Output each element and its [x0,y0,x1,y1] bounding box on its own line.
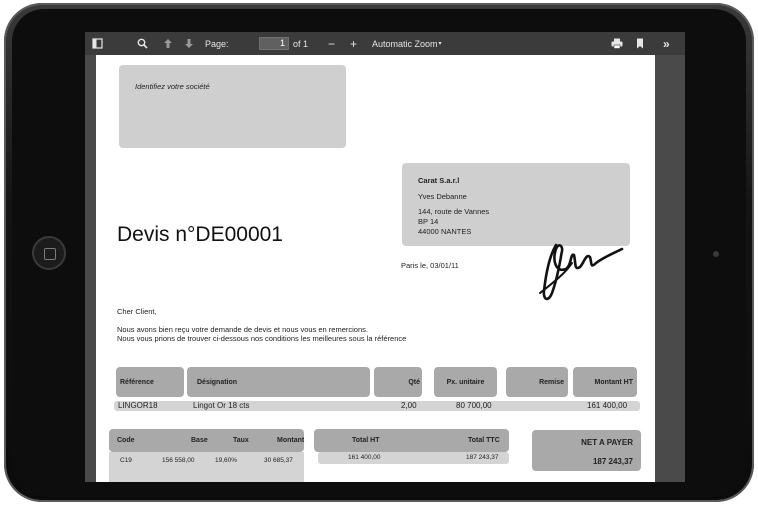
tax-header-base: Base [191,437,208,444]
tax-cell-rate: 19,60% [215,457,238,464]
home-square-icon [44,248,56,260]
net-to-pay-label: NET A PAYER [581,438,633,447]
chevron-down-icon: ▾ [438,41,442,47]
tax-header-amount: Montant [277,437,305,444]
recipient-street: 144, route de Vannes [418,207,490,216]
next-page-icon[interactable] [184,32,194,55]
cell-designation: Lingot Or 18 cts [193,401,250,410]
header-unit-price: Px. unitaire [434,367,497,397]
header-designation: Désignation [187,367,370,397]
zoom-out-button[interactable]: − [328,32,335,55]
pdf-viewer-screen: Page: 1 of 1 − + Automatic Zoom ▾ » Iden… [85,32,685,482]
totals-header-ttc: Total TTC [468,437,500,444]
cell-unit-price: 80 700,00 [456,401,492,410]
page-number-input[interactable]: 1 [259,37,289,50]
tax-header-code: Code [117,437,135,444]
page-label: Page: [205,38,229,49]
zoom-in-button[interactable]: + [350,32,357,55]
signature [539,243,624,301]
totals-header-ht: Total HT [352,437,380,444]
net-to-pay-box: NET A PAYER 187 243,37 [532,430,641,471]
cell-reference: LINGOR18 [118,401,158,410]
place-date: Paris le, 03/01/11 [401,261,459,270]
company-box: Identifiez votre société [119,65,346,148]
camera-icon [713,251,719,257]
tax-table-header: Code Base Taux Montant [109,429,304,452]
recipient-city: 44000 NANTES [418,227,472,236]
net-to-pay-value: 187 243,37 [592,457,633,466]
totals-table-header: Total HT Total TTC [314,429,509,452]
bookmark-icon[interactable] [636,32,644,55]
header-amount: Montant HT [573,367,637,397]
page-count: of 1 [293,38,309,49]
header-reference: Référence [116,367,184,397]
quote-title: Devis n°DE00001 [117,223,283,246]
tax-cell-amount: 30 685,37 [264,457,293,464]
tax-cell-code: C19 [120,457,132,464]
tax-table-row: C19 156 558,00 19,60% 30 685,37 [109,452,304,482]
tax-cell-base: 156 558,00 [162,457,195,464]
totals-cell-ht: 161 400,00 [348,454,381,461]
home-button[interactable] [32,236,66,270]
zoom-select[interactable]: Automatic Zoom ▾ [372,32,442,55]
print-icon[interactable] [611,32,623,55]
body-line-2: Nous vous prions de trouver ci-dessous n… [117,334,407,343]
search-icon[interactable] [137,32,148,55]
recipient-bp: BP 14 [418,217,439,226]
previous-page-icon[interactable] [163,32,173,55]
tax-header-rate: Taux [233,437,249,444]
totals-cell-ttc: 187 243,37 [466,454,499,461]
cell-amount: 161 400,00 [587,401,628,410]
recipient-person: Yves Debanne [418,192,467,201]
cell-qty: 2,00 [401,401,417,410]
company-placeholder: Identifiez votre société [135,82,210,91]
pdf-toolbar: Page: 1 of 1 − + Automatic Zoom ▾ » [85,32,685,55]
recipient-name: Carat S.a.r.l [418,176,460,185]
viewer-background [655,55,685,482]
greeting: Cher Client, [117,307,157,316]
tools-chevron-icon[interactable]: » [663,32,670,55]
body-line-1: Nous avons bien reçu votre demande de de… [117,325,368,334]
header-qty: Qté [374,367,422,397]
zoom-select-label: Automatic Zoom [372,38,438,49]
pdf-page: Identifiez votre société Carat S.a.r.l Y… [96,55,655,482]
sidebar-toggle-icon[interactable] [92,32,103,55]
header-discount: Remise [506,367,568,397]
totals-table-row: 161 400,00 187 243,37 [318,452,509,464]
